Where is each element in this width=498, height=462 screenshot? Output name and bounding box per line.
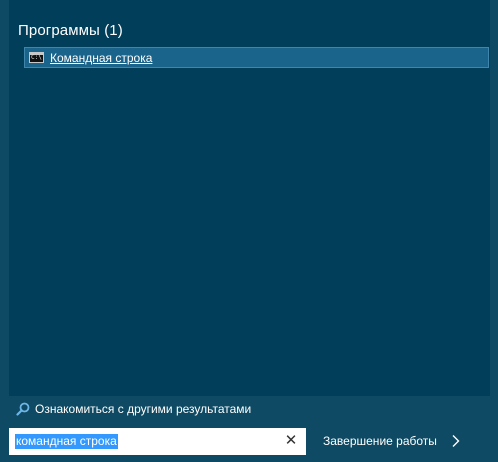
search-results-panel: Программы (1) C:\ Командная строка xyxy=(9,0,490,396)
clear-icon[interactable]: ✕ xyxy=(283,433,299,449)
shutdown-label: Завершение работы xyxy=(323,434,437,448)
programs-group-header: Программы (1) xyxy=(18,22,123,39)
result-item-label: Командная строка xyxy=(50,50,153,65)
start-menu: Программы (1) C:\ Командная строка Ознак… xyxy=(0,0,498,462)
more-results-label: Ознакомиться с другими результатами xyxy=(35,402,252,416)
search-input-value: командная строка xyxy=(15,434,118,449)
search-icon xyxy=(16,402,30,416)
cmd-icon: C:\ xyxy=(29,52,44,63)
chevron-right-icon[interactable] xyxy=(451,434,461,448)
search-input[interactable]: командная строка ✕ xyxy=(9,428,306,455)
result-item-command-prompt[interactable]: C:\ Командная строка xyxy=(24,47,489,68)
more-results-link[interactable]: Ознакомиться с другими результатами xyxy=(16,402,251,416)
shutdown-button[interactable]: Завершение работы xyxy=(323,430,461,452)
